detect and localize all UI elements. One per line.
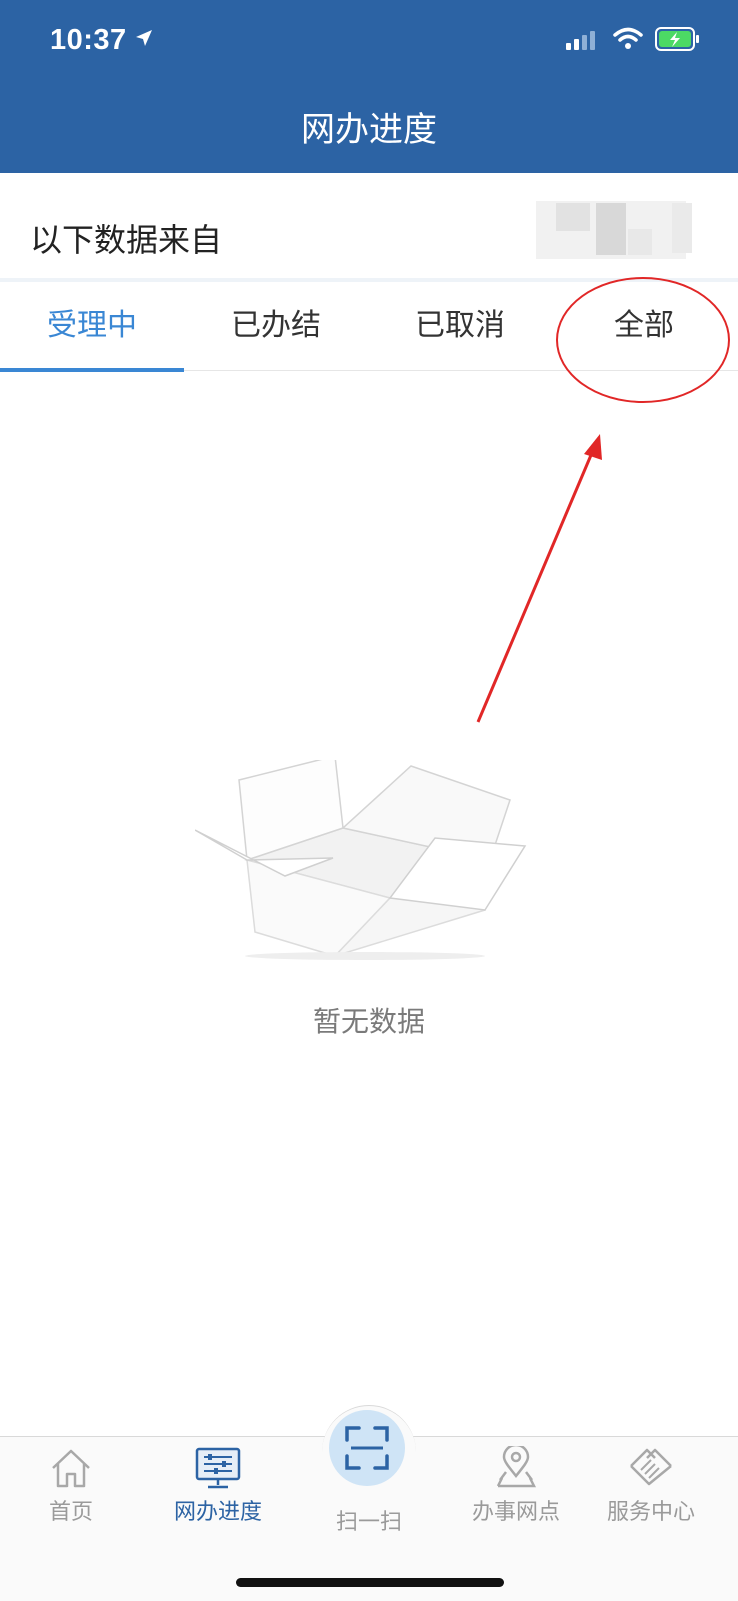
tab-processing[interactable]: 受理中 — [0, 282, 184, 372]
empty-box-illustration — [195, 760, 527, 960]
location-pin-icon — [496, 1446, 537, 1488]
tab-label: 已办结 — [231, 308, 321, 343]
active-tab-indicator — [0, 368, 184, 372]
data-source-bar: 以下数据来自 — [0, 173, 738, 282]
blur-block — [672, 203, 692, 253]
wifi-icon — [613, 27, 643, 49]
status-time: 10:37 — [50, 24, 127, 56]
tab-completed[interactable]: 已办结 — [184, 282, 368, 370]
empty-state-message: 暂无数据 — [312, 1005, 425, 1038]
annotation-arrow — [476, 434, 602, 723]
blur-block — [556, 203, 590, 231]
tab-label: 已取消 — [415, 308, 505, 343]
scan-button[interactable] — [329, 1410, 405, 1486]
handshake-icon — [630, 1448, 672, 1486]
nav-home[interactable]: 首页 — [16, 1446, 126, 1546]
page-title: 网办进度 — [301, 110, 437, 150]
battery-charging-icon — [655, 27, 699, 51]
nav-label: 扫一扫 — [335, 1510, 402, 1535]
nav-progress[interactable]: 网办进度 — [163, 1446, 273, 1546]
scan-icon — [345, 1426, 389, 1470]
blur-block — [596, 203, 626, 255]
signal-icon — [566, 31, 595, 50]
location-arrow-icon — [136, 30, 152, 46]
blur-block — [628, 229, 652, 255]
data-source-label: 以下数据来自 — [30, 221, 223, 259]
home-icon — [52, 1449, 90, 1488]
home-indicator — [236, 1578, 504, 1587]
tab-label: 受理中 — [47, 308, 137, 343]
nav-label: 首页 — [48, 1500, 93, 1525]
nav-service-center[interactable]: 服务中心 — [596, 1446, 706, 1546]
annotation-ellipse — [556, 277, 730, 403]
tab-cancelled[interactable]: 已取消 — [368, 282, 552, 370]
nav-label: 网办进度 — [173, 1500, 262, 1525]
monitor-icon — [195, 1447, 241, 1489]
app-header: 10:37 网办进度 — [0, 0, 738, 173]
nav-service-points[interactable]: 办事网点 — [461, 1446, 571, 1546]
nav-label: 办事网点 — [471, 1500, 560, 1525]
nav-label: 服务中心 — [606, 1500, 695, 1525]
